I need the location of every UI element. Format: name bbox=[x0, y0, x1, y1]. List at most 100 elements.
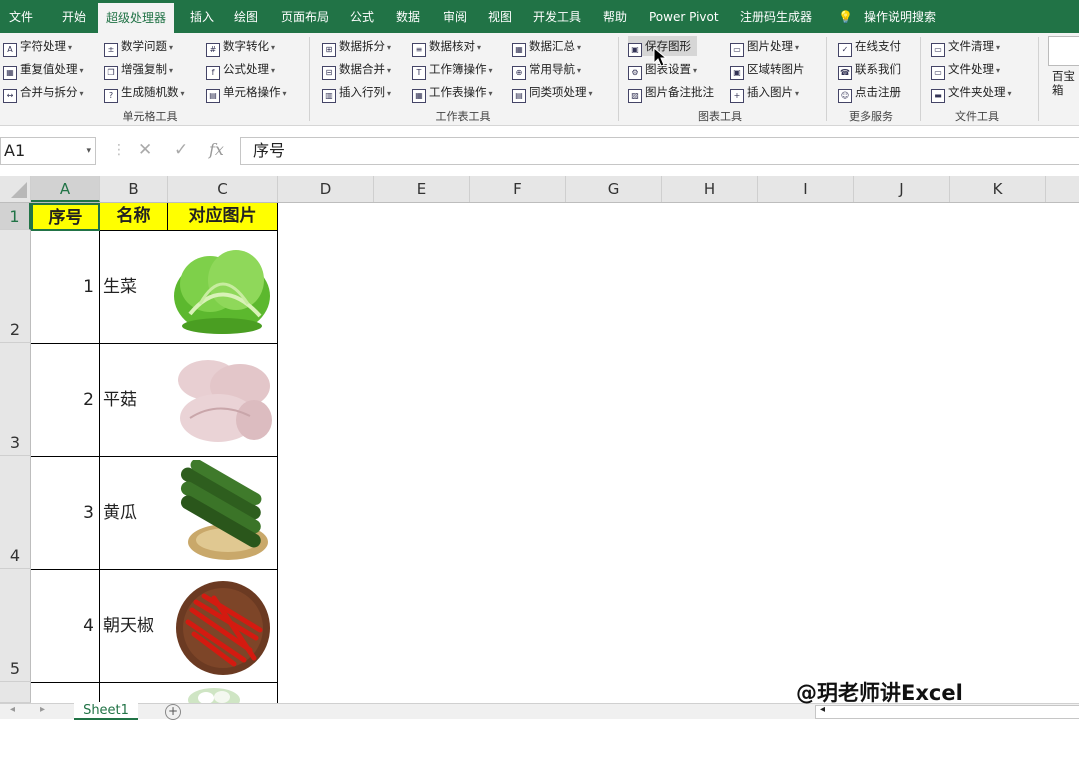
merge-data-icon: ⊟ bbox=[322, 66, 336, 80]
partial-vegetable-image[interactable] bbox=[186, 686, 242, 703]
column-header-k[interactable]: K bbox=[950, 176, 1046, 202]
cell-a1-header[interactable]: 序号 bbox=[31, 203, 100, 231]
ribbon-btn-toolbox[interactable]: 百宝箱 bbox=[1052, 69, 1078, 97]
cucumber-image[interactable] bbox=[170, 460, 274, 564]
ribbon-btn-formula[interactable]: f 公式处理 ▾ bbox=[206, 59, 275, 80]
tab-page-layout[interactable]: 页面布局 bbox=[281, 0, 329, 33]
tab-super-processor[interactable]: 超级处理器 bbox=[98, 0, 175, 33]
group-separator bbox=[1038, 37, 1039, 121]
table-row-2-no[interactable]: 2 bbox=[31, 344, 100, 457]
ribbon-btn-random[interactable]: ? 生成随机数 ▾ bbox=[104, 82, 185, 103]
workbook-icon: T bbox=[412, 66, 426, 80]
column-header-d[interactable]: D bbox=[278, 176, 374, 202]
chili-pepper-image[interactable] bbox=[174, 578, 272, 676]
enter-icon[interactable]: ✓ bbox=[174, 140, 188, 160]
column-header-h[interactable]: H bbox=[662, 176, 758, 202]
tell-me-search[interactable]: 操作说明搜索 bbox=[864, 0, 936, 33]
lettuce-image[interactable] bbox=[170, 234, 274, 340]
ribbon-btn-register[interactable]: ☺ 点击注册 bbox=[838, 82, 901, 103]
table-row-4-name[interactable]: 朝天椒 bbox=[100, 570, 168, 683]
ribbon-btn-number-convert[interactable]: # 数字转化 ▾ bbox=[206, 36, 275, 57]
column-header-g[interactable]: G bbox=[566, 176, 662, 202]
ribbon-btn-data-check[interactable]: ≡ 数据核对 ▾ bbox=[412, 36, 481, 57]
ribbon-btn-data-merge[interactable]: ⊟ 数据合并 ▾ bbox=[322, 59, 391, 80]
cell-c1-header[interactable]: 对应图片 bbox=[168, 203, 278, 231]
tab-developer[interactable]: 开发工具 bbox=[533, 0, 581, 33]
tab-view[interactable]: 视图 bbox=[488, 0, 512, 33]
ribbon-btn-insert-pic[interactable]: + 插入图片 ▾ bbox=[730, 82, 799, 103]
column-header-j[interactable]: J bbox=[854, 176, 950, 202]
ribbon-btn-pic-process[interactable]: ▭ 图片处理 ▾ bbox=[730, 36, 799, 57]
table-row-1-name[interactable]: 生菜 bbox=[100, 231, 168, 344]
name-box[interactable]: A1 ▾ bbox=[0, 137, 96, 165]
worksheet-icon: ▦ bbox=[412, 89, 426, 103]
ribbon-btn-worksheet[interactable]: ▦ 工作表操作 ▾ bbox=[412, 82, 493, 103]
tab-help[interactable]: 帮助 bbox=[603, 0, 627, 33]
scroll-left-icon[interactable]: ◂ bbox=[10, 704, 15, 715]
tab-insert[interactable]: 插入 bbox=[190, 0, 214, 33]
ribbon-btn-dup-values[interactable]: ▦ 重复值处理 ▾ bbox=[3, 59, 84, 80]
formula-input[interactable]: 序号 bbox=[240, 137, 1079, 165]
select-all-corner[interactable] bbox=[0, 176, 31, 202]
column-header-i[interactable]: I bbox=[758, 176, 854, 202]
tab-data[interactable]: 数据 bbox=[396, 0, 420, 33]
ribbon-btn-pay[interactable]: ✓ 在线支付 bbox=[838, 36, 901, 57]
table-row-3-name[interactable]: 黄瓜 bbox=[100, 457, 168, 570]
oyster-mushroom-image[interactable] bbox=[170, 350, 274, 450]
tab-file[interactable]: 文件 bbox=[9, 0, 33, 33]
table-row-5-name[interactable] bbox=[100, 683, 168, 703]
user-icon: ☺ bbox=[838, 89, 852, 103]
column-header-f[interactable]: F bbox=[470, 176, 566, 202]
ribbon-btn-math[interactable]: ± 数学问题 ▾ bbox=[104, 36, 173, 57]
ribbon-btn-workbook[interactable]: T 工作簿操作 ▾ bbox=[412, 59, 493, 80]
ribbon-btn-file-process[interactable]: ▭ 文件处理 ▾ bbox=[931, 59, 1000, 80]
table-row-4-no[interactable]: 4 bbox=[31, 570, 100, 683]
table-row-5-no[interactable] bbox=[31, 683, 100, 703]
table-row-3-no[interactable]: 3 bbox=[31, 457, 100, 570]
row-header-5[interactable]: 5 bbox=[0, 569, 31, 682]
row-header-2[interactable]: 2 bbox=[0, 230, 31, 343]
insert-image-icon: + bbox=[730, 89, 744, 103]
dots-icon: ⋮ bbox=[112, 142, 126, 158]
ribbon-btn-same-items[interactable]: ▤ 同类项处理 ▾ bbox=[512, 82, 593, 103]
row-header-3[interactable]: 3 bbox=[0, 343, 31, 456]
chevron-down-icon[interactable]: ▾ bbox=[86, 138, 91, 164]
ribbon-btn-file-clean[interactable]: ▭ 文件清理 ▾ bbox=[931, 36, 1000, 57]
table-row-2-name[interactable]: 平菇 bbox=[100, 344, 168, 457]
ribbon-btn-data-split[interactable]: ⊞ 数据拆分 ▾ bbox=[322, 36, 391, 57]
cell-b1-header[interactable]: 名称 bbox=[100, 203, 168, 231]
ribbon-btn-navigation[interactable]: ⊕ 常用导航 ▾ bbox=[512, 59, 581, 80]
math-icon: ± bbox=[104, 43, 118, 57]
scroll-right-icon[interactable]: ▸ bbox=[40, 704, 45, 715]
horizontal-scrollbar[interactable]: ◂ bbox=[815, 704, 1079, 719]
tab-review[interactable]: 审阅 bbox=[443, 0, 467, 33]
ribbon: A 字符处理 ▾ ▦ 重复值处理 ▾ ↔ 合并与拆分 ▾ ± 数学问题 ▾ ❐ 增强复制 ▾ ? 生成… bbox=[0, 33, 1079, 126]
tab-power-pivot[interactable]: Power Pivot bbox=[649, 0, 719, 33]
cancel-icon[interactable]: ✕ bbox=[138, 140, 152, 160]
ribbon-btn-pic-comments[interactable]: ▨ 图片备注批注 bbox=[628, 82, 714, 103]
tab-formulas[interactable]: 公式 bbox=[350, 0, 374, 33]
ribbon-btn-enhanced-copy[interactable]: ❐ 增强复制 ▾ bbox=[104, 59, 173, 80]
column-header-e[interactable]: E bbox=[374, 176, 470, 202]
ribbon-btn-data-summary[interactable]: ▦ 数据汇总 ▾ bbox=[512, 36, 581, 57]
column-header-b[interactable]: B bbox=[100, 176, 168, 202]
ribbon-btn-cell-ops[interactable]: ▤ 单元格操作 ▾ bbox=[206, 82, 287, 103]
sheet-tab-sheet1[interactable]: Sheet1 bbox=[74, 702, 138, 720]
tab-home[interactable]: 开始 bbox=[62, 0, 86, 33]
ribbon-btn-contact[interactable]: ☎ 联系我们 bbox=[838, 59, 901, 80]
row-header-4[interactable]: 4 bbox=[0, 456, 31, 569]
function-icon[interactable]: fx bbox=[209, 140, 224, 159]
ribbon-btn-folder-process[interactable]: ▬ 文件夹处理 ▾ bbox=[931, 82, 1012, 103]
ribbon-btn-merge-split[interactable]: ↔ 合并与拆分 ▾ bbox=[3, 82, 84, 103]
column-header-c[interactable]: C bbox=[168, 176, 278, 202]
table-row-1-no[interactable]: 1 bbox=[31, 231, 100, 344]
row-header-6[interactable] bbox=[0, 682, 31, 703]
toolbox-icon[interactable] bbox=[1048, 36, 1079, 66]
row-header-1[interactable]: 1 bbox=[0, 203, 31, 230]
ribbon-btn-char-process[interactable]: A 字符处理 ▾ bbox=[3, 36, 72, 57]
tab-draw[interactable]: 绘图 bbox=[234, 0, 258, 33]
ribbon-btn-range-to-pic[interactable]: ▣ 区域转图片 bbox=[730, 59, 805, 80]
tab-keygen[interactable]: 注册码生成器 bbox=[740, 0, 812, 33]
column-header-a[interactable]: A bbox=[31, 176, 100, 202]
ribbon-btn-insert-rows[interactable]: ▥ 插入行列 ▾ bbox=[322, 82, 391, 103]
